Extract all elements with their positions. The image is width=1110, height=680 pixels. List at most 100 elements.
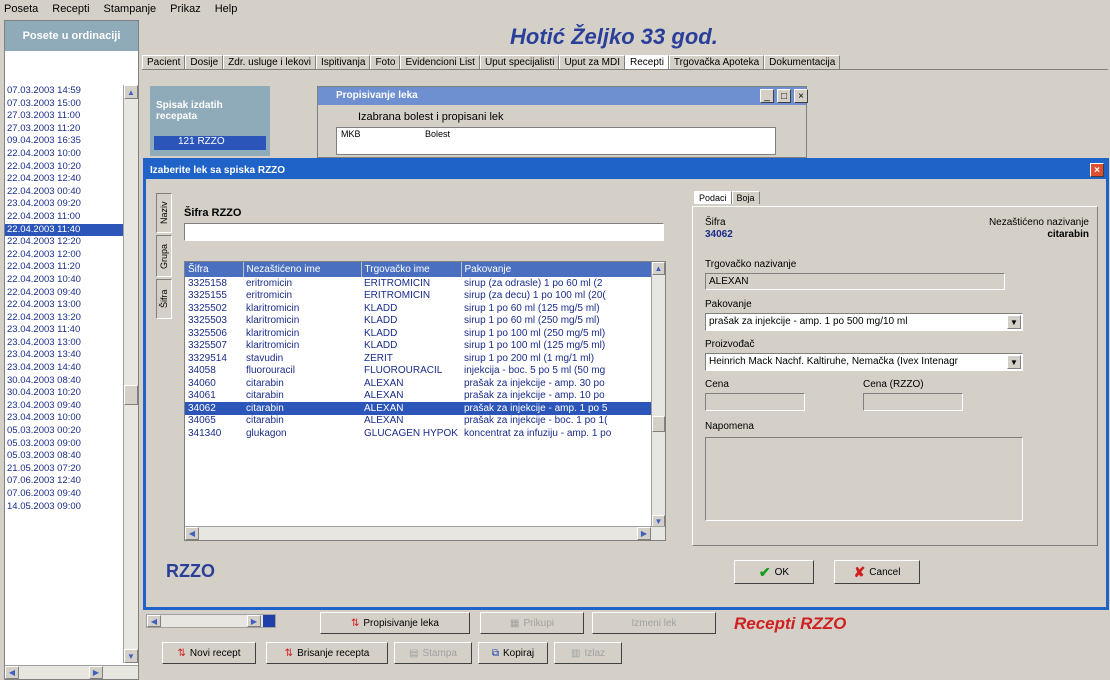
visit-item[interactable]: 30.04.2003 10:20 — [5, 387, 123, 400]
visit-item[interactable]: 22.04.2003 12:00 — [5, 249, 123, 262]
visit-item[interactable]: 30.04.2003 08:40 — [5, 375, 123, 388]
scroll-left-icon[interactable]: ◀ — [147, 615, 161, 627]
napomena-field[interactable] — [705, 437, 1023, 521]
table-row[interactable]: 3325507 klaritromicin KLADD sirup 1 po 100 … — [185, 340, 651, 353]
visit-item[interactable]: 23.04.2003 14:40 — [5, 362, 123, 375]
visit-item[interactable]: 23.04.2003 09:20 — [5, 198, 123, 211]
visit-item[interactable]: 27.03.2003 11:00 — [5, 110, 123, 123]
visit-item[interactable]: 05.03.2003 09:00 — [5, 438, 123, 451]
table-row[interactable]: 3325502 klaritromicin KLADD sirup 1 po 60 m… — [185, 302, 651, 315]
maximize-icon[interactable]: □ — [777, 89, 791, 103]
visit-item[interactable]: 22.04.2003 11:00 — [5, 211, 123, 224]
dialog-close-icon[interactable]: × — [1090, 163, 1104, 177]
visit-item[interactable]: 21.05.2003 07:20 — [5, 463, 123, 476]
visit-item[interactable]: 22.04.2003 10:00 — [5, 148, 123, 161]
tab-uput-specijalisti[interactable]: Uput specijalisti — [479, 55, 560, 69]
side-tab-naziv[interactable]: Naziv — [156, 193, 172, 233]
column-header[interactable]: Šifra — [185, 262, 244, 277]
lek-grid-vscroll[interactable]: ▲ ▼ — [651, 262, 665, 528]
table-row[interactable]: 34065 citarabin ALEXAN prašak za injekcije … — [185, 415, 651, 428]
visit-item[interactable]: 05.03.2003 00:20 — [5, 425, 123, 438]
table-row[interactable]: 34061 citarabin ALEXAN prašak za injekcije … — [185, 390, 651, 403]
visit-item[interactable]: 22.04.2003 11:20 — [5, 261, 123, 274]
izlaz-button[interactable]: ▥ Izlaz — [554, 642, 622, 664]
visit-item[interactable]: 07.03.2003 15:00 — [5, 98, 123, 111]
visit-item[interactable]: 23.04.2003 10:00 — [5, 412, 123, 425]
visit-item[interactable]: 22.04.2003 13:00 — [5, 299, 123, 312]
menu-item-posete[interactable]: Posetа — [4, 3, 38, 15]
tab-recepti[interactable]: Recepti — [625, 55, 669, 69]
ok-button[interactable]: ✔ OK — [734, 560, 814, 584]
tab-dosije[interactable]: Dosije — [185, 55, 224, 69]
chevron-down-icon[interactable]: ▼ — [1007, 355, 1021, 369]
visit-item[interactable]: 23.04.2003 13:00 — [5, 337, 123, 350]
table-row[interactable]: 3325158 eritromicin ERITROMICIN sirup (za o… — [185, 277, 651, 290]
cancel-button[interactable]: ✘ Cancel — [834, 560, 920, 584]
visits-scrollbar[interactable]: ▲ ▼ — [123, 85, 138, 663]
visit-item[interactable]: 23.04.2003 11:40 — [5, 324, 123, 337]
scroll-left-icon[interactable]: ◀ — [5, 666, 19, 679]
table-row[interactable]: 341340 glukagon GLUCAGEN HYPOK koncentrat z… — [185, 427, 651, 440]
visits-hscrollbar[interactable]: ◀ ▶ — [5, 665, 138, 679]
scroll-left-icon[interactable]: ◀ — [185, 527, 199, 540]
menu-item-help[interactable]: Help — [215, 3, 238, 15]
visit-item[interactable]: 23.04.2003 13:40 — [5, 349, 123, 362]
scroll-right-icon[interactable]: ▶ — [89, 666, 103, 679]
tab-ispitivanja[interactable]: Ispitivanja — [315, 55, 371, 69]
table-row[interactable]: 34062 citarabin ALEXAN prašak za injekcije … — [185, 402, 651, 415]
brisanje-recepta-button[interactable]: ⇅ Brisanje recepta — [266, 642, 388, 664]
visit-item[interactable]: 09.04.2003 16:35 — [5, 135, 123, 148]
visit-item[interactable]: 22.04.2003 00:40 — [5, 186, 123, 199]
minimize-icon[interactable]: _ — [760, 89, 774, 103]
visit-item[interactable]: 22.04.2003 10:20 — [5, 161, 123, 174]
menu-item-stampanje[interactable]: Stampanje — [104, 3, 157, 15]
tab-boja[interactable]: Boja — [731, 191, 760, 204]
visit-item[interactable]: 27.03.2003 11:20 — [5, 123, 123, 136]
visit-item[interactable]: 07.03.2003 14:59 — [5, 85, 123, 98]
prikupi-button[interactable]: ▦ Prikupi — [480, 612, 584, 634]
visit-item[interactable]: 05.03.2003 08:40 — [5, 450, 123, 463]
visit-item[interactable]: 07.06.2003 12:40 — [5, 475, 123, 488]
izmeni-lek-button[interactable]: Izmeni lek — [592, 612, 716, 634]
scroll-up-icon[interactable]: ▲ — [124, 85, 138, 99]
table-row[interactable]: 34060 citarabin ALEXAN prašak za injekcije … — [185, 377, 651, 390]
table-row[interactable]: 3325506 klaritromicin KLADD sirup 1 po 100 … — [185, 327, 651, 340]
scroll-up-icon[interactable]: ▲ — [652, 262, 665, 275]
side-tab-sifra[interactable]: Šifra — [156, 279, 172, 319]
visit-item[interactable]: 22.04.2003 09:40 — [5, 287, 123, 300]
stampa-button[interactable]: ▤ Stampa — [394, 642, 472, 664]
tab-trgova-ka-apoteka[interactable]: Trgovačka Apoteka — [668, 55, 765, 69]
tab-evidencioni-list[interactable]: Evidencioni List — [400, 55, 480, 69]
proizvodjac-select[interactable]: Heinrich Mack Nachf. Kaltiruhe, Nemačka … — [705, 353, 1023, 371]
visit-item[interactable]: 22.04.2003 12:40 — [5, 173, 123, 186]
visit-item[interactable]: 22.04.2003 11:40 — [5, 223, 123, 237]
menu-item-recepti[interactable]: Recepti — [52, 3, 89, 15]
column-header[interactable]: Nezaštićeno ime — [243, 262, 362, 277]
menu-item-prikaz[interactable]: Prikaz — [170, 3, 201, 15]
chevron-down-icon[interactable]: ▼ — [1007, 315, 1021, 329]
tab-dokumentacija[interactable]: Dokumentacija — [764, 55, 841, 69]
scroll-thumb[interactable] — [124, 385, 138, 405]
visit-item[interactable]: 07.06.2003 09:40 — [5, 488, 123, 501]
tab-pacient[interactable]: Pacient — [142, 55, 186, 69]
novi-recept-button[interactable]: ⇅ Novi recept — [162, 642, 256, 664]
scroll-right-icon[interactable]: ▶ — [247, 615, 261, 627]
tab-zdr-usluge-i-lekovi[interactable]: Zdr. usluge i lekovi — [223, 55, 316, 69]
tab-podaci[interactable]: Podaci — [694, 191, 732, 204]
small-hscroll[interactable]: ◀ ▶ — [146, 614, 276, 628]
table-row[interactable]: 34058 fluorouracil FLUOROURACIL injekcija -… — [185, 365, 651, 378]
tab-uput-za-mdi[interactable]: Uput za MDI — [559, 55, 626, 69]
table-row[interactable]: 3325155 eritromicin ERITROMICIN sirup (za d… — [185, 290, 651, 303]
visit-item[interactable]: 22.04.2003 10:40 — [5, 274, 123, 287]
close-icon[interactable]: × — [794, 89, 808, 103]
visit-item[interactable]: 14.05.2003 09:00 — [5, 501, 123, 514]
sifra-rzzo-input[interactable] — [184, 223, 664, 241]
visit-item[interactable]: 23.04.2003 09:40 — [5, 400, 123, 413]
table-row[interactable]: 3325503 klaritromicin KLADD sirup 1 po 60 m… — [185, 315, 651, 328]
visit-item[interactable]: 22.04.2003 12:20 — [5, 236, 123, 249]
scroll-down-icon[interactable]: ▼ — [124, 649, 138, 663]
scroll-thumb[interactable] — [652, 416, 665, 432]
propisivanje-leka-button[interactable]: ⇅ Propisivanje leka — [320, 612, 470, 634]
recept-item[interactable]: 121 RZZO — [154, 136, 266, 150]
visit-item[interactable]: 22.04.2003 13:20 — [5, 312, 123, 325]
